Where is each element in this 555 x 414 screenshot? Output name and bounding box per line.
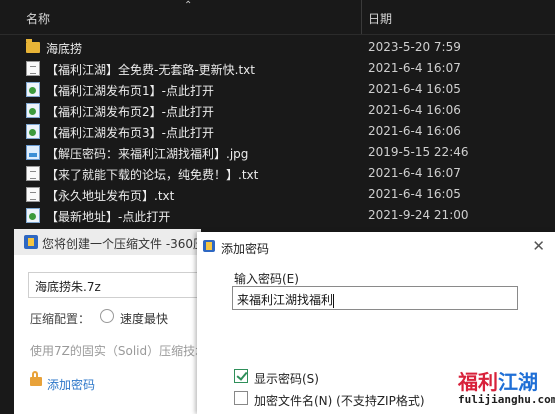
column-separator[interactable] [361, 0, 362, 34]
password-input-label: 输入密码(E) [234, 272, 299, 286]
add-password-link[interactable]: 添加密码 [47, 376, 95, 393]
file-explorer: ⌃ 名称 日期 海底捞 2023-5-20 7:59 【福利江湖】全免费-无套路… [0, 0, 555, 230]
file-date: 2021-6-4 16:07 [368, 61, 461, 75]
text-file-icon [26, 187, 40, 202]
archive-filename-input[interactable]: 海底捞朱.7z [28, 272, 198, 298]
file-date: 2021-6-4 16:07 [368, 166, 461, 180]
sort-chevron-up-icon: ⌃ [184, 0, 193, 11]
file-row[interactable]: 【福利江湖】全免费-无套路-更新快.txt 2021-6-4 16:07 [0, 58, 555, 79]
create-archive-dialog: 您将创建一个压缩文件 -360压缩 海底捞朱.7z 压缩配置： 速度最快 使用7… [14, 229, 217, 414]
archive-dialog-title: 您将创建一个压缩文件 -360压缩 [42, 237, 218, 251]
password-dialog-title: 添加密码 [221, 242, 270, 256]
file-name: 【解压密码：来福利江湖找福利】.jpg [46, 147, 249, 161]
url-shortcut-icon [26, 124, 40, 139]
text-file-icon [26, 166, 40, 181]
password-dialog-titlebar[interactable]: 添加密码 ✕ [197, 232, 555, 260]
file-name: 【来了就能下载的论坛，纯免费！】.txt [46, 168, 259, 182]
show-password-checkbox[interactable] [234, 369, 248, 383]
file-date: 2019-5-15 22:46 [368, 145, 469, 159]
image-file-icon [26, 145, 40, 160]
speed-fastest-label[interactable]: 速度最快 [120, 310, 168, 327]
file-name: 【福利江湖发布页3】-点此打开 [46, 126, 214, 140]
file-row[interactable]: 海底捞 2023-5-20 7:59 [0, 37, 555, 58]
file-name: 【福利江湖】全免费-无套路-更新快.txt [46, 63, 255, 77]
solid-compression-option[interactable]: 使用7Z的固实（Solid）压缩技术 [30, 342, 207, 359]
file-name: 【福利江湖发布页2】-点此打开 [46, 105, 214, 119]
file-row[interactable]: 【来了就能下载的论坛，纯免费！】.txt 2021-6-4 16:07 [0, 163, 555, 184]
file-date: 2021-6-4 16:06 [368, 103, 461, 117]
encrypt-filenames-checkbox[interactable] [234, 391, 248, 405]
watermark-logo-text: 福利江湖 [458, 366, 538, 395]
file-row[interactable]: 【解压密码：来福利江湖找福利】.jpg 2019-5-15 22:46 [0, 142, 555, 163]
site-watermark: 福利江湖 fulijianghu.com [458, 366, 555, 414]
file-name: 海底捞 [46, 42, 83, 56]
file-row[interactable]: 【福利江湖发布页2】-点此打开 2021-6-4 16:06 [0, 100, 555, 121]
column-header: ⌃ 名称 日期 [0, 0, 555, 35]
file-date: 2021-6-4 16:06 [368, 124, 461, 138]
password-input[interactable]: 来福利江湖找福利 [232, 286, 518, 310]
file-date: 2021-9-24 21:00 [368, 208, 469, 222]
url-shortcut-icon [26, 82, 40, 97]
text-caret [333, 293, 335, 308]
url-shortcut-icon [26, 103, 40, 118]
file-date: 2023-5-20 7:59 [368, 40, 461, 54]
archive-app-icon [24, 235, 38, 249]
watermark-part2: 江湖 [498, 370, 538, 394]
watermark-part1: 福利 [458, 370, 498, 394]
file-date: 2021-6-4 16:05 [368, 82, 461, 96]
file-name: 【最新地址】-点此打开 [46, 210, 171, 224]
column-date-header[interactable]: 日期 [368, 10, 392, 27]
column-name-header[interactable]: 名称 [26, 10, 50, 27]
url-shortcut-icon [26, 208, 40, 223]
close-icon[interactable]: ✕ [532, 237, 545, 255]
file-row[interactable]: 【最新地址】-点此打开 2021-9-24 21:00 [0, 205, 555, 226]
file-list: 海底捞 2023-5-20 7:59 【福利江湖】全免费-无套路-更新快.txt… [0, 37, 555, 226]
speed-fastest-radio[interactable] [100, 309, 114, 323]
file-date: 2021-6-4 16:05 [368, 187, 461, 201]
lock-icon [30, 371, 42, 386]
file-name: 【永久地址发布页】.txt [46, 189, 175, 203]
archive-app-icon [203, 240, 215, 252]
file-row[interactable]: 【福利江湖发布页3】-点此打开 2021-6-4 16:06 [0, 121, 555, 142]
archive-dialog-titlebar[interactable]: 您将创建一个压缩文件 -360压缩 [14, 229, 217, 255]
file-row[interactable]: 【永久地址发布页】.txt 2021-6-4 16:05 [0, 184, 555, 205]
password-value: 来福利江湖找福利 [237, 293, 334, 307]
file-name: 【福利江湖发布页1】-点此打开 [46, 84, 214, 98]
folder-icon [26, 39, 40, 53]
text-file-icon [26, 61, 40, 76]
compression-config-label: 压缩配置： [30, 312, 91, 326]
watermark-domain: fulijianghu.com [458, 393, 555, 406]
show-password-label[interactable]: 显示密码(S) [254, 370, 319, 387]
encrypt-filenames-label[interactable]: 加密文件名(N) (不支持ZIP格式) [254, 392, 425, 409]
file-row[interactable]: 【福利江湖发布页1】-点此打开 2021-6-4 16:05 [0, 79, 555, 100]
